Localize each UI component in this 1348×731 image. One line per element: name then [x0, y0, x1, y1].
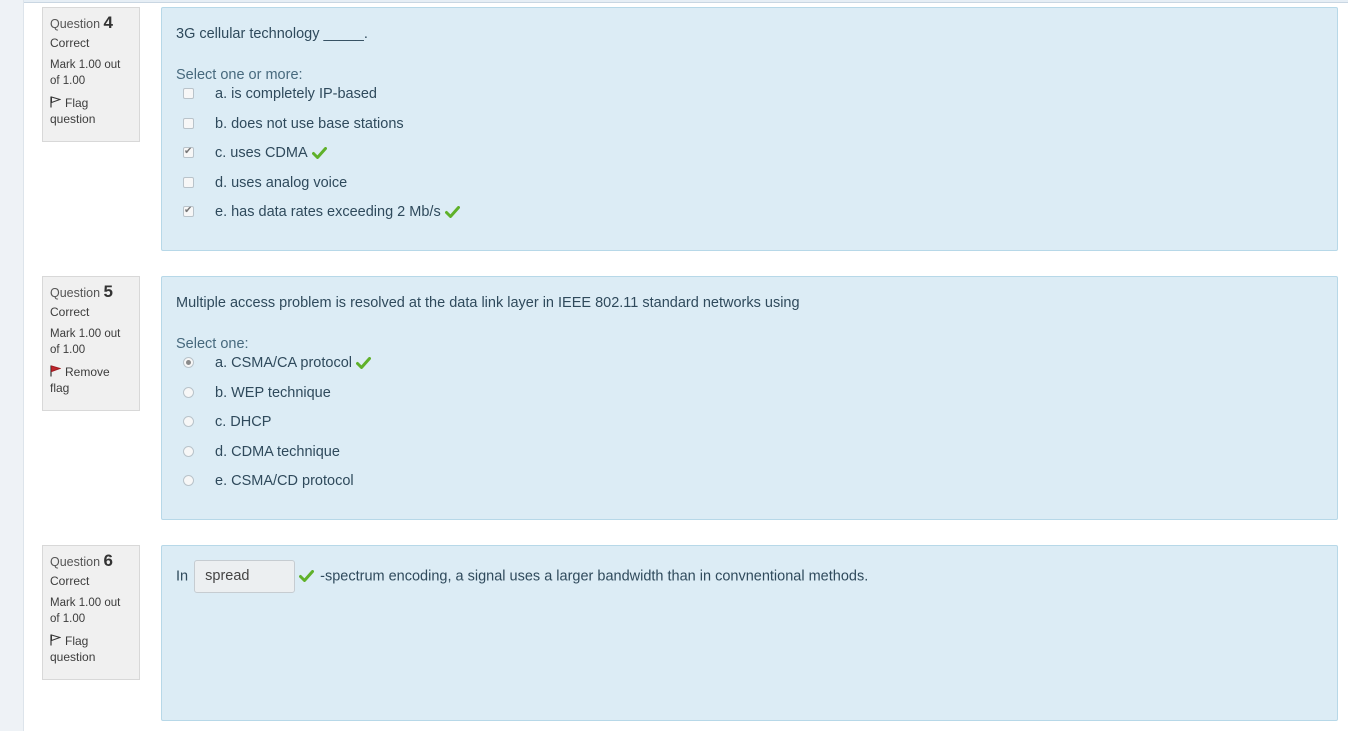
question-text: 3G cellular technology _____. — [176, 26, 368, 42]
check-icon — [444, 206, 460, 218]
answer-label: b. WEP technique — [215, 384, 331, 401]
answer-radio-selected[interactable] — [183, 357, 194, 368]
question-content: 3G cellular technology _____. Select one… — [161, 7, 1338, 251]
answer-label: e. CSMA/CD protocol — [215, 473, 354, 489]
question-grade: Mark 1.00 out of 1.00 — [50, 597, 121, 625]
question-grade: Mark 1.00 out of 1.00 — [50, 328, 121, 356]
question-number: 6 — [103, 551, 113, 570]
question-number-row: Question 6 — [50, 551, 132, 570]
question-state: Correct — [50, 305, 90, 319]
gap-answer-input[interactable]: spread — [194, 560, 296, 593]
answer-list: a. is completely IP-based b. does not us… — [176, 86, 1323, 236]
flag-question-link[interactable]: Flag question — [50, 633, 132, 665]
answer-radio[interactable] — [183, 475, 194, 486]
question-text: Multiple access problem is resolved at t… — [176, 295, 800, 311]
answer-checkbox[interactable] — [183, 176, 194, 188]
question-label: Question — [50, 286, 101, 300]
gap-text-before: In — [176, 568, 189, 585]
answer-option-a[interactable]: a. CSMA/CA protocol — [176, 355, 1323, 387]
answer-option-b[interactable]: b. does not use base stations — [176, 116, 1323, 148]
answer-label: d. uses analog voice — [215, 174, 348, 191]
question-text: In spread -spectrum encoding, a signal us… — [176, 560, 1323, 593]
answer-radio[interactable] — [183, 445, 194, 457]
answer-label: c. DHCP — [215, 414, 272, 430]
answer-option-c[interactable]: ✔ c. uses CDMA — [176, 145, 1323, 177]
answer-label: e. has data rates exceeding 2 Mb/s — [215, 204, 441, 220]
answer-checkbox[interactable] — [183, 88, 194, 99]
question-number: 5 — [103, 282, 113, 301]
question-content: Multiple access problem is resolved at t… — [161, 276, 1338, 520]
flag-outline-icon — [50, 634, 61, 646]
answer-label-wrap: e. has data rates exceeding 2 Mb/s — [215, 202, 460, 222]
answer-label: a. CSMA/CA protocol — [215, 355, 352, 371]
question-info: Question 6 Correct Mark 1.00 out of 1.00… — [42, 545, 140, 680]
answer-label: b. does not use base stations — [215, 115, 404, 132]
top-border — [0, 0, 1348, 3]
check-icon — [311, 147, 327, 159]
question-info: Question 4 Correct Mark 1.00 out of 1.00… — [42, 7, 140, 142]
answer-prompt: Select one: — [176, 336, 249, 352]
checkmark-small-icon: ✔ — [184, 146, 193, 157]
question-state: Correct — [50, 574, 90, 588]
flag-red-icon — [50, 365, 61, 377]
radio-dot — [186, 360, 191, 365]
answer-prompt: Select one or more: — [176, 67, 303, 83]
question-number-row: Question 5 — [50, 282, 132, 301]
answer-option-b[interactable]: b. WEP technique — [176, 385, 1323, 417]
question-label: Question — [50, 17, 101, 31]
answer-label: d. CDMA technique — [215, 443, 340, 460]
answer-label-wrap: c. uses CDMA — [215, 143, 327, 163]
answer-checkbox-checked[interactable]: ✔ — [183, 205, 194, 217]
question-state: Correct — [50, 36, 90, 50]
answer-option-e[interactable]: e. CSMA/CD protocol — [176, 473, 1323, 505]
answer-label: c. uses CDMA — [215, 145, 308, 161]
question-info: Question 5 Correct Mark 1.00 out of 1.00… — [42, 276, 140, 411]
question-grade: Mark 1.00 out of 1.00 — [50, 59, 121, 87]
left-gutter — [0, 0, 24, 731]
check-icon — [356, 357, 371, 369]
answer-label-wrap: a. CSMA/CA protocol — [215, 353, 371, 373]
answer-checkbox[interactable] — [183, 117, 194, 129]
flag-question-link[interactable]: Flag question — [50, 95, 132, 127]
answer-list: a. CSMA/CA protocol b. WEP technique c. … — [176, 355, 1323, 505]
question-content: In spread -spectrum encoding, a signal us… — [161, 545, 1338, 721]
flag-outline-icon — [50, 96, 61, 108]
answer-radio[interactable] — [183, 416, 194, 427]
remove-flag-link[interactable]: Remove flag — [50, 364, 132, 396]
gap-text-after: -spectrum encoding, a signal uses a larg… — [320, 568, 869, 585]
answer-radio[interactable] — [183, 386, 194, 398]
answer-option-e[interactable]: ✔ e. has data rates exceeding 2 Mb/s — [176, 204, 1323, 236]
question-number: 4 — [103, 13, 113, 32]
question-label: Question — [50, 555, 101, 569]
checkmark-small-icon: ✔ — [184, 205, 193, 216]
answer-checkbox-checked[interactable]: ✔ — [183, 146, 194, 158]
answer-label: a. is completely IP-based — [215, 86, 377, 102]
answer-option-c[interactable]: c. DHCP — [176, 414, 1323, 446]
check-icon — [299, 570, 315, 583]
question-number-row: Question 4 — [50, 13, 132, 32]
